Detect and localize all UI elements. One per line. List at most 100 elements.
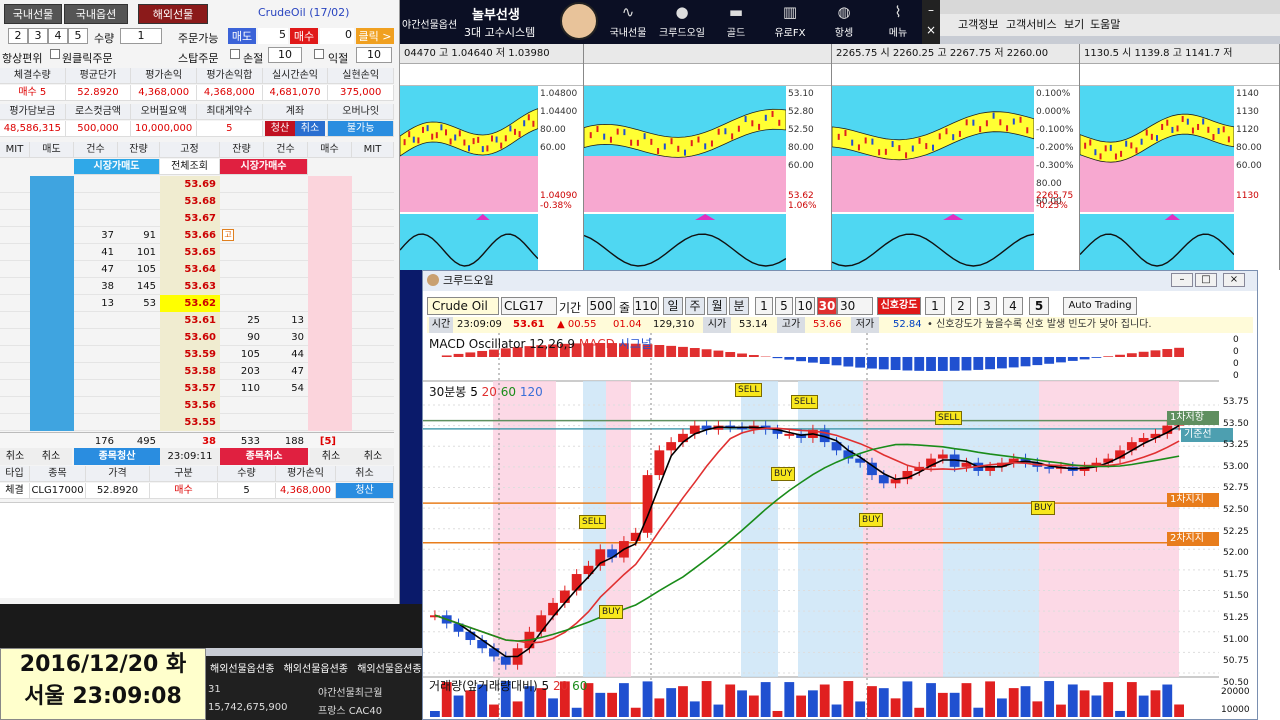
tf-minute[interactable]: 분: [729, 297, 749, 315]
period-input[interactable]: 500: [587, 297, 615, 315]
buy-click-cell[interactable]: [308, 363, 352, 380]
tf-month[interactable]: 월: [707, 297, 727, 315]
menu-customer-info[interactable]: 고객정보: [958, 14, 998, 36]
sell-click-cell[interactable]: [30, 176, 74, 193]
sell-click-cell[interactable]: [30, 414, 74, 431]
mini-chart[interactable]: 1130.5 시 1139.8 고 1141.7 저 1140 1130 1120 80…: [1080, 44, 1280, 270]
loss-input[interactable]: 10: [268, 47, 302, 63]
sell-click-cell[interactable]: [30, 363, 74, 380]
sell-click-cell[interactable]: [30, 295, 74, 312]
ask-price[interactable]: 53.69: [160, 176, 220, 193]
bid-price[interactable]: 53.59: [160, 346, 220, 363]
tab-domestic-futures[interactable]: 국내선물: [4, 4, 62, 24]
bottom-tab-3[interactable]: 해외선물옵션종: [357, 664, 421, 675]
buy-click-cell[interactable]: [308, 397, 352, 414]
page-3[interactable]: 3: [28, 28, 48, 44]
night-menu[interactable]: 야간선물옵션: [402, 16, 457, 31]
ask-price[interactable]: 53.65: [160, 244, 220, 261]
market-buy-button[interactable]: 시장가매수: [220, 159, 308, 175]
click-button[interactable]: 클릭 >: [356, 28, 394, 44]
bid-price[interactable]: 53.58: [160, 363, 220, 380]
ask-price[interactable]: 53.68: [160, 193, 220, 210]
min-10[interactable]: 10: [795, 297, 815, 315]
bid-price[interactable]: 53.61: [160, 312, 220, 329]
sell-click-cell[interactable]: [30, 244, 74, 261]
bottom-tab-1[interactable]: 해외선물옵션종: [210, 664, 274, 675]
buy-click-cell[interactable]: [308, 193, 352, 210]
ask-price[interactable]: 53.67: [160, 210, 220, 227]
symbol-field[interactable]: Crude Oil: [427, 297, 499, 315]
full-view-button[interactable]: 전체조회: [160, 159, 220, 175]
settle-all-button[interactable]: 종목청산: [74, 448, 160, 465]
level-2[interactable]: 2: [951, 297, 971, 315]
fill-settle-button[interactable]: 청산: [336, 483, 394, 499]
grid-header[interactable]: 고정: [160, 142, 220, 158]
min-5[interactable]: 5: [775, 297, 793, 315]
menu-help[interactable]: 도움말: [1090, 14, 1120, 36]
tab-domestic-options[interactable]: 국내옵션: [64, 4, 128, 24]
menu-view[interactable]: 보기: [1064, 14, 1084, 36]
buy-click-cell[interactable]: [308, 176, 352, 193]
toolbar-line-chart-button[interactable]: ⌇ 메뉴: [870, 0, 926, 44]
auto-trading-button[interactable]: Auto Trading: [1063, 297, 1137, 315]
sell-click-cell[interactable]: [30, 346, 74, 363]
menu-customer-service[interactable]: 고객서비스: [1006, 14, 1057, 36]
settle-button[interactable]: 청산: [264, 121, 295, 136]
cancel-all-button[interactable]: 종목취소: [220, 448, 308, 465]
page-2[interactable]: 2: [8, 28, 28, 44]
mit-cancel-left[interactable]: 취소: [0, 448, 30, 465]
tab-overseas-futures[interactable]: 해외선물: [138, 4, 208, 24]
buy-click-cell[interactable]: [308, 227, 352, 244]
tf-week[interactable]: 주: [685, 297, 705, 315]
buy-click-cell[interactable]: [308, 380, 352, 397]
bottom-tab-2[interactable]: 해외선물옵션종: [284, 664, 348, 675]
min-30[interactable]: 30: [817, 297, 837, 315]
bid-price[interactable]: 53.57: [160, 380, 220, 397]
buy-click-cell[interactable]: [308, 261, 352, 278]
level-3[interactable]: 3: [977, 297, 997, 315]
ask-price[interactable]: 53.63: [160, 278, 220, 295]
toolbar-globe-button[interactable]: ◍ 항셍: [816, 0, 872, 44]
bid-price[interactable]: 53.55: [160, 414, 220, 431]
bid-price[interactable]: 53.56: [160, 397, 220, 414]
mini-chart[interactable]: 04470 고 1.04640 저 1.03980 1.04800 1.04400 8…: [400, 44, 584, 270]
sell-click-cell[interactable]: [30, 227, 74, 244]
buy-click-cell[interactable]: [308, 346, 352, 363]
minute-select[interactable]: 30: [837, 297, 873, 315]
buy-click-cell[interactable]: [308, 210, 352, 227]
profit-checkbox[interactable]: [314, 49, 324, 59]
toolbar-oil-drop-button[interactable]: ● 크루드오일: [654, 0, 710, 44]
level-5[interactable]: 5: [1029, 297, 1049, 315]
level-4[interactable]: 4: [1003, 297, 1023, 315]
page-5[interactable]: 5: [68, 28, 88, 44]
cancel-button[interactable]: 취소: [294, 121, 325, 136]
ask-price[interactable]: 53.62: [160, 295, 220, 312]
mit-cancel-right[interactable]: 취소: [352, 448, 394, 465]
close-button[interactable]: ×: [1223, 273, 1245, 287]
bid-price[interactable]: 53.60: [160, 329, 220, 346]
sell-click-cell[interactable]: [30, 261, 74, 278]
buy-click-cell[interactable]: [308, 278, 352, 295]
sell-click-cell[interactable]: [30, 193, 74, 210]
market-sell-button[interactable]: 시장가매도: [74, 159, 160, 175]
qty-input[interactable]: 1: [120, 28, 162, 44]
sell-click-cell[interactable]: [30, 380, 74, 397]
price-chart[interactable]: [423, 333, 1257, 719]
sell-cancel[interactable]: 취소: [30, 448, 72, 465]
ask-price[interactable]: 53.64: [160, 261, 220, 278]
loss-checkbox[interactable]: [230, 49, 240, 59]
buy-click-cell[interactable]: [308, 295, 352, 312]
profit-input[interactable]: 10: [356, 47, 392, 63]
maximize-button[interactable]: □: [1195, 273, 1217, 287]
sell-click-cell[interactable]: [30, 329, 74, 346]
minimize-button[interactable]: –: [1171, 273, 1193, 287]
buy-click-cell[interactable]: [308, 329, 352, 346]
buy-click-cell[interactable]: [308, 414, 352, 431]
sell-click-cell[interactable]: [30, 210, 74, 227]
toolbar-bar-chart-button[interactable]: ▥ 유로FX: [762, 0, 818, 44]
buy-click-cell[interactable]: [308, 244, 352, 261]
buy-click-cell[interactable]: [308, 312, 352, 329]
tf-day[interactable]: 일: [663, 297, 683, 315]
buy-cancel[interactable]: 취소: [310, 448, 352, 465]
ask-price[interactable]: 53.66: [160, 227, 220, 244]
